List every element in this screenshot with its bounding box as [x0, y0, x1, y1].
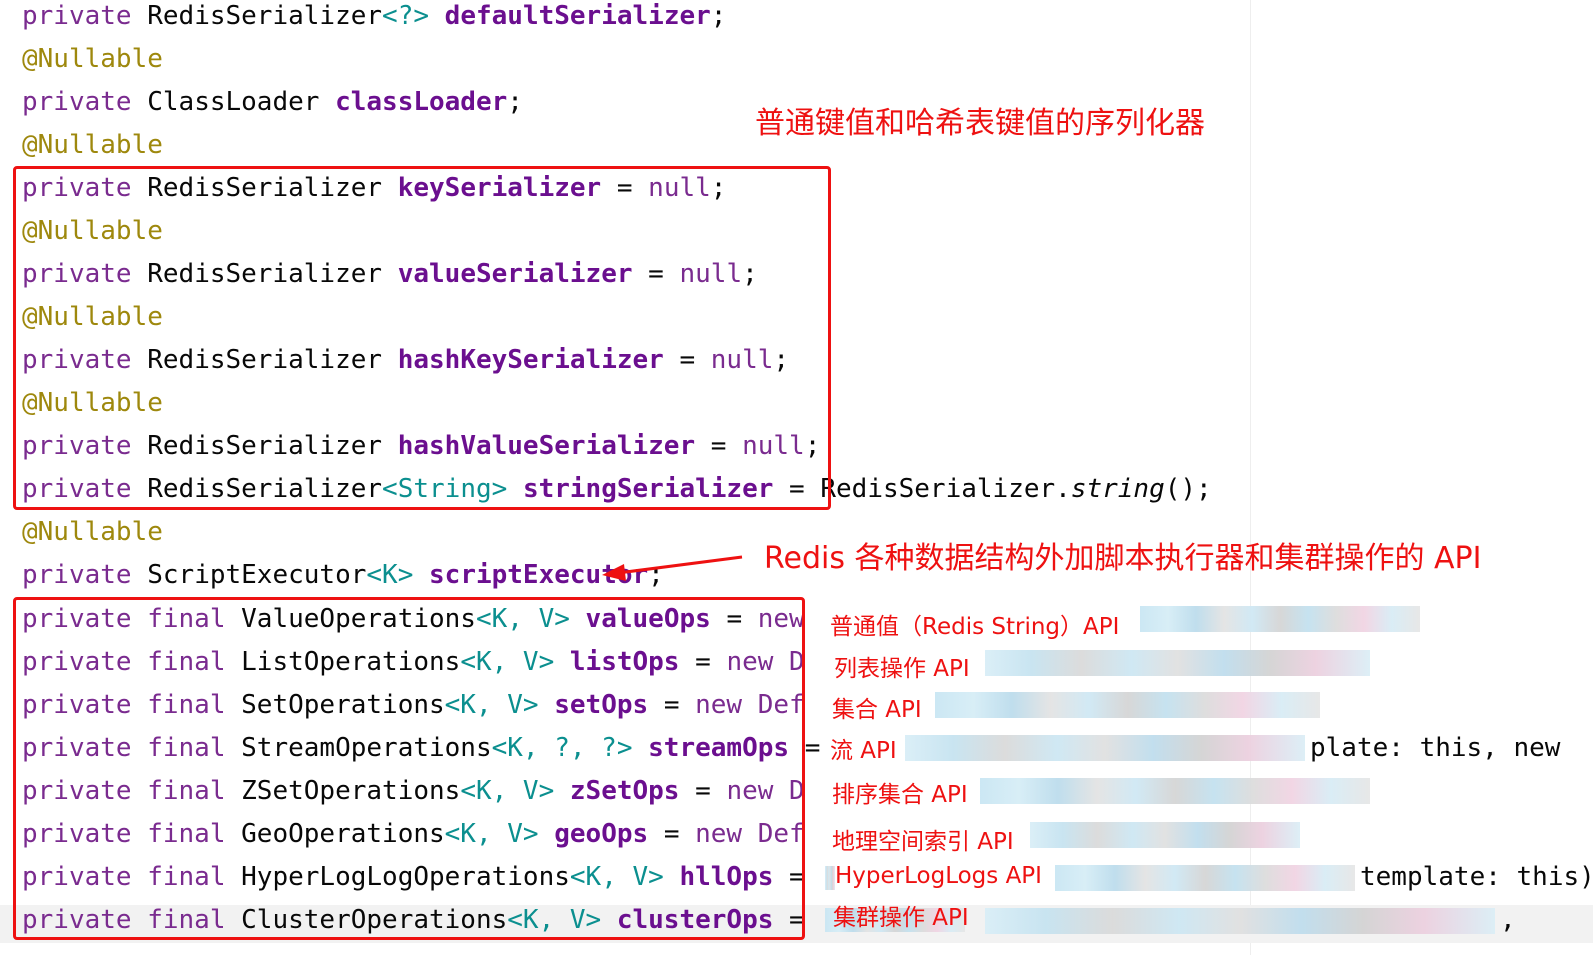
right-margin-guide: [1250, 0, 1251, 955]
code-line[interactable]: private ClassLoader classLoader;: [22, 83, 523, 121]
method-call: string: [1070, 474, 1165, 504]
field-name: defaultSerializer: [444, 1, 711, 31]
semicolon: ;: [710, 1, 727, 31]
generic-params: <K>: [366, 560, 414, 590]
ops-label-hll: HyperLogLogs API: [835, 863, 1042, 889]
field-name: classLoader: [335, 87, 508, 117]
ops-label-stream: 流 API: [830, 738, 897, 764]
semicolon: ;: [648, 560, 664, 590]
code-line[interactable]: @Nullable: [22, 513, 163, 551]
serializers-annotation: 普通键值和哈希表键值的序列化器: [755, 106, 1205, 141]
generic-params: <?>: [382, 1, 430, 31]
ops-label-geo: 地理空间索引 API: [832, 829, 1014, 855]
code-line[interactable]: private RedisSerializer<?> defaultSerial…: [22, 0, 726, 35]
redacted-region: [980, 778, 1370, 804]
field-name: scriptExecutor: [429, 560, 649, 590]
redacted-region: [905, 735, 1305, 761]
annotation: @Nullable: [22, 130, 163, 160]
code-line-tail: plate: this, new: [1310, 729, 1560, 767]
operator: =: [804, 733, 821, 763]
code-fragment: ,: [1500, 905, 1516, 935]
redacted-region: [985, 908, 1495, 934]
ops-label-list: 列表操作 API: [834, 656, 970, 682]
serializers-highlight-box: [13, 166, 831, 510]
code-editor[interactable]: private RedisSerializer<?> defaultSerial…: [0, 0, 1593, 955]
redacted-region: [935, 692, 1320, 718]
type-name: ClassLoader: [147, 87, 320, 117]
redacted-region: [825, 866, 835, 890]
code-line[interactable]: @Nullable: [22, 126, 163, 164]
code-line-tail: template: this): [1360, 858, 1593, 896]
operations-highlight-box: [13, 597, 805, 940]
redacted-region: [1030, 822, 1300, 848]
type-name: ScriptExecutor: [147, 560, 367, 590]
code-fragment: plate: this, new: [1310, 733, 1561, 763]
semicolon: ;: [507, 87, 523, 117]
annotation: @Nullable: [22, 517, 163, 547]
ops-label-set: 集合 API: [832, 697, 922, 723]
ops-label-zset: 排序集合 API: [832, 782, 968, 808]
keyword: private: [22, 1, 132, 31]
code-line-tail: ,: [1500, 901, 1516, 939]
operations-annotation: Redis 各种数据结构外加脚本执行器和集群操作的 API: [764, 541, 1482, 576]
redacted-region: [1055, 865, 1355, 891]
ops-label-cluster: 集群操作 API: [833, 905, 969, 931]
code-line[interactable]: @Nullable: [22, 40, 163, 78]
ops-label-value: 普通值（Redis String）API: [830, 614, 1120, 640]
redacted-region: [1140, 606, 1420, 632]
keyword: private: [22, 87, 132, 117]
class-reference: RedisSerializer.: [820, 474, 1071, 504]
type-name: RedisSerializer: [147, 1, 383, 31]
call-parens: ();: [1164, 474, 1212, 504]
annotation: @Nullable: [22, 44, 163, 74]
keyword: private: [22, 560, 132, 590]
code-line[interactable]: private ScriptExecutor<K> scriptExecutor…: [22, 556, 664, 594]
redacted-region: [985, 650, 1370, 676]
code-fragment: template: this): [1360, 862, 1593, 892]
